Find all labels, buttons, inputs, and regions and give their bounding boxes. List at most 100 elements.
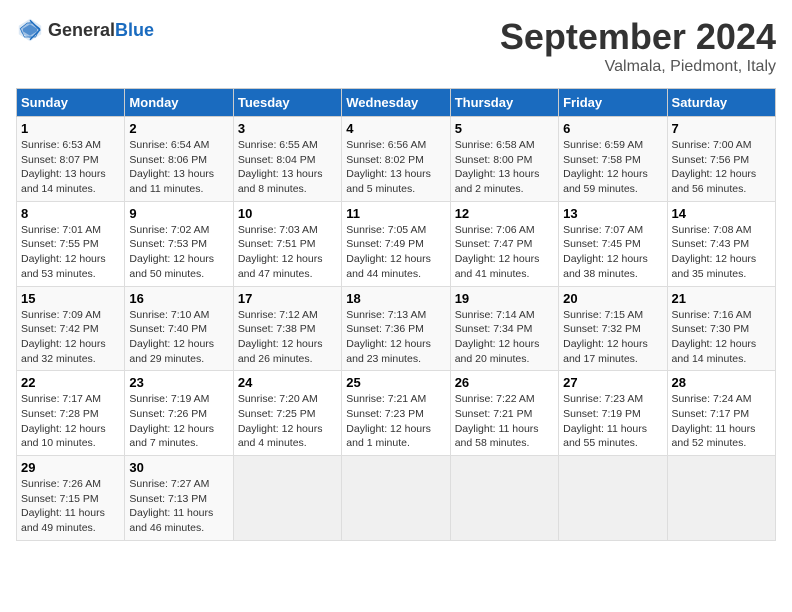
day-info: Sunrise: 7:07 AM Sunset: 7:45 PM Dayligh… [563, 223, 662, 282]
logo: GeneralBlue [16, 16, 154, 44]
day-info: Sunrise: 7:12 AM Sunset: 7:38 PM Dayligh… [238, 308, 337, 367]
month-title: September 2024 [500, 16, 776, 58]
day-number: 6 [563, 121, 662, 136]
col-saturday: Saturday [667, 89, 775, 117]
calendar-cell: 16Sunrise: 7:10 AM Sunset: 7:40 PM Dayli… [125, 286, 233, 371]
day-number: 30 [129, 460, 228, 475]
calendar-cell: 21 Sunrise: 7:16 AM Sunset: 7:30 PM Dayli… [667, 286, 775, 371]
calendar-week-2: 8Sunrise: 7:01 AM Sunset: 7:55 PM Daylig… [17, 201, 776, 286]
calendar-cell: 1 Sunrise: 6:53 AM Sunset: 8:07 PM Daylig… [17, 117, 125, 202]
day-info: Sunrise: 7:05 AM Sunset: 7:49 PM Dayligh… [346, 223, 445, 282]
day-number: 29 [21, 460, 120, 475]
day-number: 5 [455, 121, 554, 136]
calendar-cell: 28 Sunrise: 7:24 AM Sunset: 7:17 PM Dayli… [667, 371, 775, 456]
day-info: Sunrise: 6:59 AM Sunset: 7:58 PM Dayligh… [563, 138, 662, 197]
calendar-cell: 11 Sunrise: 7:05 AM Sunset: 7:49 PM Dayli… [342, 201, 450, 286]
title-block: September 2024 Valmala, Piedmont, Italy [500, 16, 776, 76]
calendar-cell: 20Sunrise: 7:15 AM Sunset: 7:32 PM Dayli… [559, 286, 667, 371]
calendar-cell [667, 456, 775, 541]
calendar-cell: 27 Sunrise: 7:23 AM Sunset: 7:19 PM Dayli… [559, 371, 667, 456]
day-info: Sunrise: 7:06 AM Sunset: 7:47 PM Dayligh… [455, 223, 554, 282]
logo-icon [16, 16, 44, 44]
day-info: Sunrise: 7:24 AM Sunset: 7:17 PM Dayligh… [672, 392, 771, 451]
day-number: 10 [238, 206, 337, 221]
day-info: Sunrise: 7:03 AM Sunset: 7:51 PM Dayligh… [238, 223, 337, 282]
calendar-cell: 12 Sunrise: 7:06 AM Sunset: 7:47 PM Dayli… [450, 201, 558, 286]
col-friday: Friday [559, 89, 667, 117]
calendar-cell: 24Sunrise: 7:20 AM Sunset: 7:25 PM Dayli… [233, 371, 341, 456]
day-info: Sunrise: 7:14 AM Sunset: 7:34 PM Dayligh… [455, 308, 554, 367]
logo-blue: Blue [115, 20, 154, 40]
col-wednesday: Wednesday [342, 89, 450, 117]
calendar-cell: 19 Sunrise: 7:14 AM Sunset: 7:34 PM Dayli… [450, 286, 558, 371]
day-info: Sunrise: 6:53 AM Sunset: 8:07 PM Dayligh… [21, 138, 120, 197]
day-number: 18 [346, 291, 445, 306]
logo-general: General [48, 20, 115, 40]
calendar-cell: 23Sunrise: 7:19 AM Sunset: 7:26 PM Dayli… [125, 371, 233, 456]
calendar-cell [450, 456, 558, 541]
calendar-cell: 17 Sunrise: 7:12 AM Sunset: 7:38 PM Dayli… [233, 286, 341, 371]
day-info: Sunrise: 7:02 AM Sunset: 7:53 PM Dayligh… [129, 223, 228, 282]
calendar-cell: 6 Sunrise: 6:59 AM Sunset: 7:58 PM Daylig… [559, 117, 667, 202]
day-number: 1 [21, 121, 120, 136]
calendar-cell: 13 Sunrise: 7:07 AM Sunset: 7:45 PM Dayli… [559, 201, 667, 286]
day-number: 11 [346, 206, 445, 221]
day-number: 8 [21, 206, 120, 221]
day-number: 23 [129, 375, 228, 390]
day-number: 20 [563, 291, 662, 306]
calendar-cell: 14Sunrise: 7:08 AM Sunset: 7:43 PM Dayli… [667, 201, 775, 286]
calendar-cell: 18 Sunrise: 7:13 AM Sunset: 7:36 PM Dayli… [342, 286, 450, 371]
calendar-cell: 30 Sunrise: 7:27 AM Sunset: 7:13 PM Dayli… [125, 456, 233, 541]
calendar-cell: 2 Sunrise: 6:54 AM Sunset: 8:06 PM Daylig… [125, 117, 233, 202]
calendar-cell: 29 Sunrise: 7:26 AM Sunset: 7:15 PM Dayli… [17, 456, 125, 541]
calendar-cell: 8Sunrise: 7:01 AM Sunset: 7:55 PM Daylig… [17, 201, 125, 286]
day-info: Sunrise: 7:09 AM Sunset: 7:42 PM Dayligh… [21, 308, 120, 367]
logo-text: GeneralBlue [48, 20, 154, 41]
day-number: 22 [21, 375, 120, 390]
calendar-cell [233, 456, 341, 541]
day-info: Sunrise: 7:13 AM Sunset: 7:36 PM Dayligh… [346, 308, 445, 367]
day-number: 28 [672, 375, 771, 390]
day-info: Sunrise: 7:26 AM Sunset: 7:15 PM Dayligh… [21, 477, 120, 536]
day-info: Sunrise: 7:08 AM Sunset: 7:43 PM Dayligh… [672, 223, 771, 282]
day-info: Sunrise: 7:27 AM Sunset: 7:13 PM Dayligh… [129, 477, 228, 536]
calendar-cell: 22 Sunrise: 7:17 AM Sunset: 7:28 PM Dayli… [17, 371, 125, 456]
calendar-cell: 26 Sunrise: 7:22 AM Sunset: 7:21 PM Dayli… [450, 371, 558, 456]
day-number: 2 [129, 121, 228, 136]
col-monday: Monday [125, 89, 233, 117]
day-info: Sunrise: 7:22 AM Sunset: 7:21 PM Dayligh… [455, 392, 554, 451]
calendar-header: Sunday Monday Tuesday Wednesday Thursday… [17, 89, 776, 117]
calendar-week-4: 22 Sunrise: 7:17 AM Sunset: 7:28 PM Dayli… [17, 371, 776, 456]
day-number: 26 [455, 375, 554, 390]
day-info: Sunrise: 7:17 AM Sunset: 7:28 PM Dayligh… [21, 392, 120, 451]
day-number: 12 [455, 206, 554, 221]
day-number: 13 [563, 206, 662, 221]
day-info: Sunrise: 7:23 AM Sunset: 7:19 PM Dayligh… [563, 392, 662, 451]
day-info: Sunrise: 6:56 AM Sunset: 8:02 PM Dayligh… [346, 138, 445, 197]
day-info: Sunrise: 6:58 AM Sunset: 8:00 PM Dayligh… [455, 138, 554, 197]
day-info: Sunrise: 7:16 AM Sunset: 7:30 PM Dayligh… [672, 308, 771, 367]
day-info: Sunrise: 7:00 AM Sunset: 7:56 PM Dayligh… [672, 138, 771, 197]
calendar-cell: 5 Sunrise: 6:58 AM Sunset: 8:00 PM Daylig… [450, 117, 558, 202]
day-number: 19 [455, 291, 554, 306]
calendar-cell: 7 Sunrise: 7:00 AM Sunset: 7:56 PM Daylig… [667, 117, 775, 202]
day-number: 17 [238, 291, 337, 306]
col-sunday: Sunday [17, 89, 125, 117]
calendar-cell [342, 456, 450, 541]
day-number: 21 [672, 291, 771, 306]
day-number: 7 [672, 121, 771, 136]
day-number: 27 [563, 375, 662, 390]
calendar-table: Sunday Monday Tuesday Wednesday Thursday… [16, 88, 776, 541]
col-thursday: Thursday [450, 89, 558, 117]
day-number: 25 [346, 375, 445, 390]
calendar-week-5: 29 Sunrise: 7:26 AM Sunset: 7:15 PM Dayli… [17, 456, 776, 541]
day-info: Sunrise: 6:54 AM Sunset: 8:06 PM Dayligh… [129, 138, 228, 197]
col-tuesday: Tuesday [233, 89, 341, 117]
calendar-week-1: 1 Sunrise: 6:53 AM Sunset: 8:07 PM Daylig… [17, 117, 776, 202]
calendar-cell: 10 Sunrise: 7:03 AM Sunset: 7:51 PM Dayli… [233, 201, 341, 286]
day-number: 9 [129, 206, 228, 221]
calendar-cell: 15Sunrise: 7:09 AM Sunset: 7:42 PM Dayli… [17, 286, 125, 371]
calendar-cell: 9 Sunrise: 7:02 AM Sunset: 7:53 PM Daylig… [125, 201, 233, 286]
calendar-week-3: 15Sunrise: 7:09 AM Sunset: 7:42 PM Dayli… [17, 286, 776, 371]
day-info: Sunrise: 7:20 AM Sunset: 7:25 PM Dayligh… [238, 392, 337, 451]
